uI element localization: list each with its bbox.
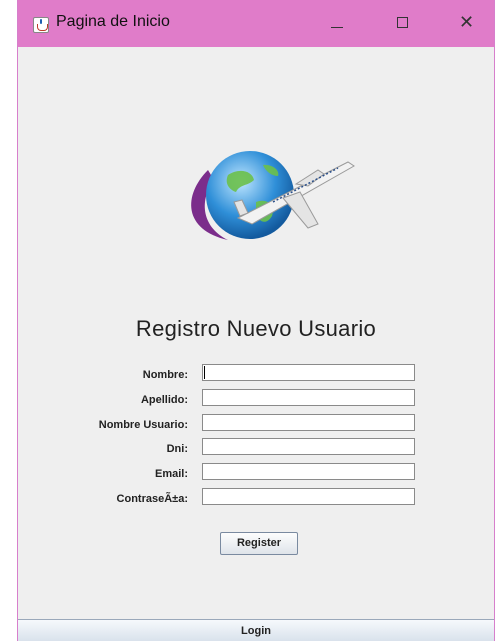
apellido-input[interactable] (202, 389, 415, 406)
nombre-usuario-label: Nombre Usuario: (98, 419, 188, 431)
nombre-input[interactable] (202, 364, 415, 381)
nombre-label: Nombre: (142, 369, 188, 381)
app-window: Pagina de Inicio ✕ Registro Nuevo Usuari… (17, 0, 495, 641)
minimize-button[interactable] (314, 0, 360, 47)
airplane-globe-logo (191, 151, 355, 240)
dni-label: Dni: (166, 443, 188, 455)
close-button[interactable]: ✕ (444, 0, 490, 47)
contrasena-input[interactable] (202, 488, 415, 505)
apellido-label: Apellido: (140, 394, 188, 406)
close-icon: ✕ (459, 12, 475, 32)
login-button[interactable]: Login (18, 619, 494, 641)
text-caret (204, 366, 205, 379)
maximize-button[interactable] (380, 0, 426, 47)
title-bar[interactable]: Pagina de Inicio ✕ (18, 0, 494, 47)
register-button[interactable]: Register (220, 532, 298, 555)
form-heading: Registro Nuevo Usuario (135, 316, 377, 341)
email-label: Email: (154, 468, 188, 480)
java-icon (33, 17, 49, 33)
globe-shape (206, 151, 294, 239)
email-input[interactable] (202, 463, 415, 480)
maximize-icon (397, 17, 408, 28)
window-title: Pagina de Inicio (56, 13, 170, 30)
nombre-usuario-input[interactable] (202, 414, 415, 431)
contrasena-label: ContraseÃ±a: (116, 493, 188, 505)
minimize-icon (331, 27, 343, 28)
dni-input[interactable] (202, 438, 415, 455)
